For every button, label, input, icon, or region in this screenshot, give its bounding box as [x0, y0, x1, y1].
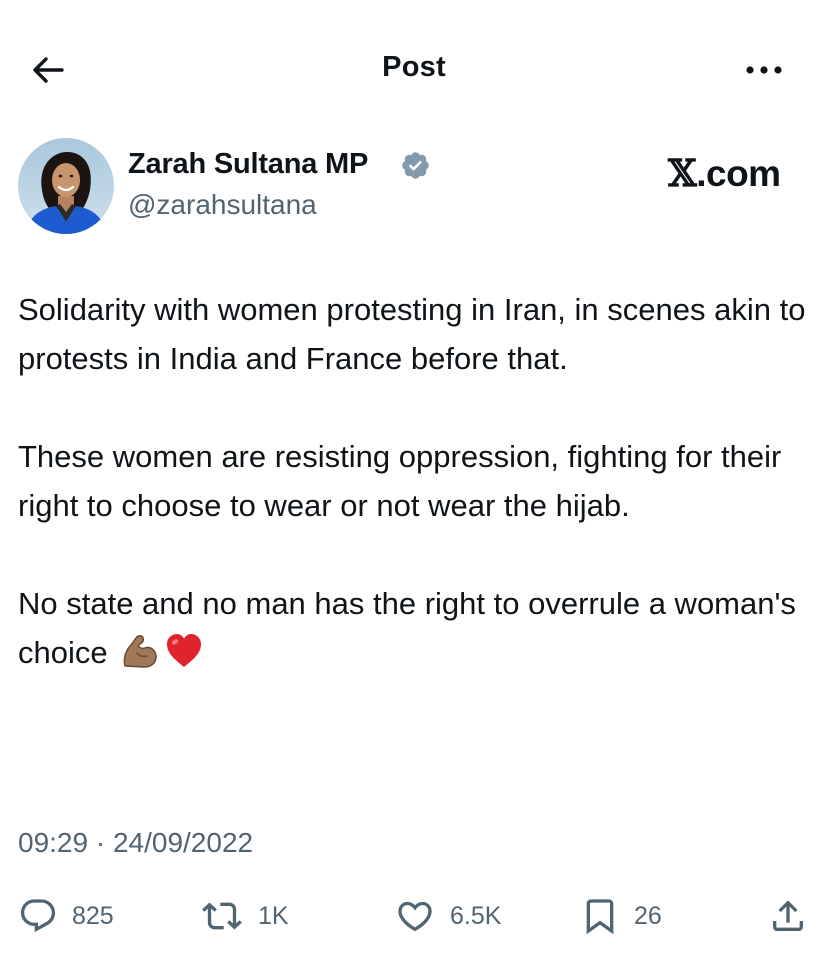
repost-icon [202, 902, 242, 930]
red-heart-emoji [164, 632, 204, 684]
x-com-watermark: 𝕏.com [668, 151, 781, 195]
verified-badge-icon [402, 152, 429, 179]
top-bar: Post [0, 0, 828, 140]
reply-button[interactable]: 825 [18, 888, 114, 944]
repost-count: 1K [258, 901, 289, 930]
reply-icon [20, 899, 56, 933]
bookmark-icon [586, 899, 614, 935]
post-timestamp[interactable]: 09:29 · 24/09/2022 [18, 827, 253, 859]
avatar-image [18, 138, 114, 234]
repost-button[interactable]: 1K [200, 888, 289, 944]
watermark-domain: .com [696, 153, 781, 194]
action-bar: 825 1K 6.5K 26 [0, 888, 828, 948]
flexed-biceps-emoji [120, 632, 160, 684]
tweet-paragraph: Solidarity with women protesting in Iran… [18, 292, 806, 376]
like-count: 6.5K [450, 901, 502, 930]
reply-count: 825 [72, 901, 114, 930]
x-logo-glyph: 𝕏 [668, 151, 697, 195]
like-button[interactable]: 6.5K [394, 888, 501, 944]
bookmark-count: 26 [634, 901, 662, 930]
author-name[interactable]: Zarah Sultana MP [128, 148, 368, 181]
author-avatar[interactable] [18, 138, 114, 234]
more-horizontal-icon [746, 66, 782, 74]
page-title: Post [382, 51, 446, 83]
author-handle[interactable]: @zarahsultana [128, 189, 317, 221]
heart-icon [398, 901, 432, 932]
bookmark-button[interactable]: 26 [580, 888, 662, 944]
tweet-text: Solidarity with women protesting in Iran… [18, 285, 813, 684]
more-options-button[interactable] [738, 52, 790, 88]
share-icon [773, 900, 803, 931]
tweet-paragraph: These women are resisting oppression, fi… [18, 439, 782, 523]
share-button[interactable] [768, 888, 808, 944]
tweet-paragraph: No state and no man has the right to ove… [18, 579, 813, 684]
